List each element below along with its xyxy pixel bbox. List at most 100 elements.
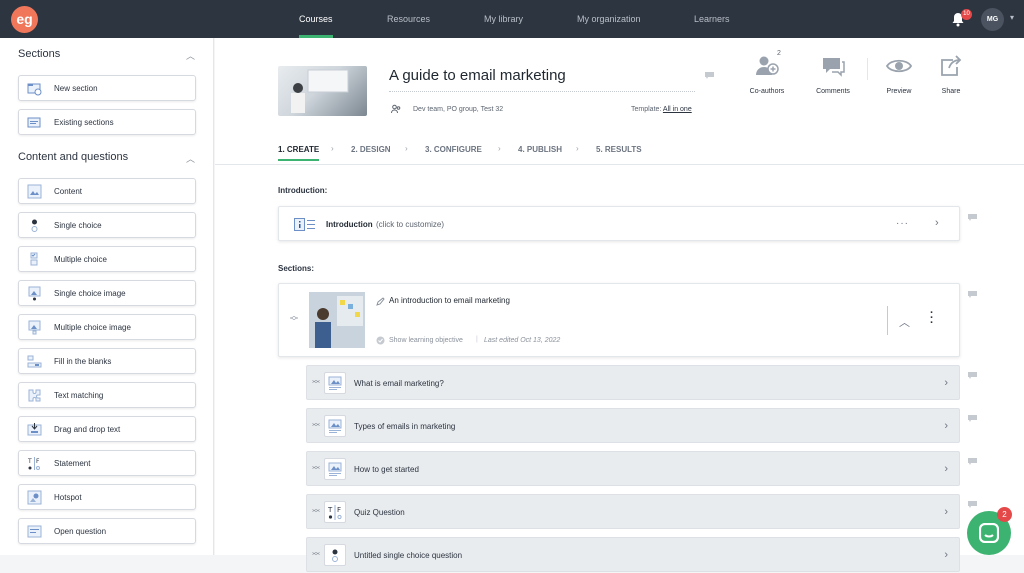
pencil-icon[interactable] xyxy=(376,297,385,306)
open-question-button[interactable]: Open question xyxy=(18,518,196,544)
svg-text:F: F xyxy=(36,458,40,465)
tab-results[interactable]: 5. RESULTS xyxy=(596,145,642,154)
share-label: Share xyxy=(941,88,961,95)
drag-handle-icon[interactable]: ︿ ﹀ xyxy=(312,462,320,475)
tab-create[interactable]: 1. CREATE xyxy=(278,145,320,161)
section-title[interactable]: An introduction to email marketing xyxy=(389,296,510,305)
coauthors-button[interactable]: Co-authors xyxy=(742,55,792,95)
fill-in-the-blanks-label: Fill in the blanks xyxy=(54,357,112,366)
hotspot-button[interactable]: Hotspot xyxy=(18,484,196,510)
multiple-choice-button[interactable]: Multiple choice xyxy=(18,246,196,272)
chat-icon xyxy=(979,523,999,543)
puzzle-icon xyxy=(28,389,41,402)
coauthors-label: Co-authors xyxy=(749,88,785,95)
show-learning-objective-link[interactable]: Show learning objective xyxy=(389,337,463,344)
multiple-choice-image-button[interactable]: Multiple choice image xyxy=(18,314,196,340)
list-item-label: Quiz Question xyxy=(354,508,405,517)
fill-blanks-icon xyxy=(27,355,42,368)
list-item[interactable]: ︿ ﹀ How to get started › xyxy=(306,451,960,486)
open-question-label: Open question xyxy=(54,527,107,536)
section-thumbnail xyxy=(309,292,365,348)
drag-handle-icon[interactable]: ︿ ﹀ xyxy=(290,312,298,326)
statement-icon: TF xyxy=(27,457,40,470)
new-section-label: New section xyxy=(54,84,98,93)
section-card[interactable]: ︿ ﹀ An introduction to email marketing Sh… xyxy=(278,283,960,357)
chevron-right-icon[interactable]: › xyxy=(935,207,939,240)
multiple-choice-image-icon xyxy=(28,320,41,335)
drag-handle-icon[interactable]: ︿ ﹀ xyxy=(312,505,320,518)
drag-and-drop-text-button[interactable]: Drag and drop text xyxy=(18,416,196,442)
introduction-card[interactable]: Introduction (click to customize) ··· › xyxy=(278,206,960,241)
nav-resources[interactable]: Resources xyxy=(387,0,430,38)
list-item[interactable]: ︿ ﹀ Types of emails in marketing › xyxy=(306,408,960,443)
course-thumbnail[interactable] xyxy=(278,66,367,116)
notification-badge: 10 xyxy=(961,9,972,20)
comment-icon[interactable] xyxy=(968,458,977,465)
more-options-icon[interactable]: ··· xyxy=(896,207,909,240)
eye-icon xyxy=(886,59,912,73)
user-avatar[interactable]: MG xyxy=(981,8,1004,31)
comment-icon[interactable] xyxy=(968,291,977,298)
nav-courses[interactable]: Courses xyxy=(299,0,333,38)
nav-learners[interactable]: Learners xyxy=(694,0,730,38)
chevron-right-icon[interactable]: › xyxy=(944,452,948,487)
single-choice-button[interactable]: Single choice xyxy=(18,212,196,238)
tab-publish[interactable]: 4. PUBLISH xyxy=(518,145,562,154)
comment-icon[interactable] xyxy=(968,501,977,508)
team-icon xyxy=(391,104,401,114)
single-choice-image-label: Single choice image xyxy=(54,289,126,298)
content-icon xyxy=(324,415,346,437)
multiple-choice-image-label: Multiple choice image xyxy=(54,323,131,332)
svg-text:T: T xyxy=(327,506,333,514)
course-title[interactable]: A guide to email marketing xyxy=(389,67,566,84)
chevron-down-icon[interactable]: ▾ xyxy=(1010,13,1014,22)
drag-handle-icon[interactable]: ︿ ﹀ xyxy=(312,419,320,432)
drag-handle-icon[interactable]: ︿ ﹀ xyxy=(312,376,320,389)
existing-sections-button[interactable]: Existing sections xyxy=(18,109,196,135)
list-item[interactable]: ︿ ﹀ TF Quiz Question › xyxy=(306,494,960,529)
chevron-up-icon[interactable]: ︿ xyxy=(186,152,195,165)
chevron-right-icon[interactable]: › xyxy=(944,495,948,530)
introduction-icon xyxy=(294,218,315,231)
comment-icon[interactable] xyxy=(968,415,977,422)
app-logo[interactable]: eg xyxy=(11,6,38,33)
new-section-icon xyxy=(27,83,42,96)
single-choice-icon xyxy=(31,219,38,232)
share-button[interactable]: Share xyxy=(926,55,976,95)
statement-button[interactable]: TF Statement xyxy=(18,450,196,476)
last-edited: Last edited Oct 13, 2022 xyxy=(484,337,561,344)
preview-button[interactable]: Preview xyxy=(874,55,924,95)
course-image xyxy=(291,69,349,113)
chevron-right-icon[interactable]: › xyxy=(944,366,948,401)
comment-icon[interactable] xyxy=(968,372,977,379)
comment-icon[interactable] xyxy=(968,214,977,221)
tab-configure[interactable]: 3. CONFIGURE xyxy=(425,145,482,154)
comment-icon[interactable] xyxy=(705,72,714,79)
list-item[interactable]: ︿ ﹀ What is email marketing? › xyxy=(306,365,960,400)
course-team[interactable]: Dev team, PO group, Test 32 xyxy=(413,106,503,113)
check-circle-icon xyxy=(376,336,385,345)
sections-heading: Sections: xyxy=(278,264,315,273)
drag-handle-icon[interactable]: ︿ ﹀ xyxy=(312,548,320,561)
text-matching-label: Text matching xyxy=(54,391,104,400)
content-button[interactable]: Content xyxy=(18,178,196,204)
template-link[interactable]: All in one xyxy=(663,106,692,113)
single-choice-image-button[interactable]: Single choice image xyxy=(18,280,196,306)
tab-design[interactable]: 2. DESIGN xyxy=(351,145,391,154)
more-vertical-icon[interactable]: · · · xyxy=(930,308,934,329)
nav-my-library[interactable]: My library xyxy=(484,0,523,38)
text-matching-button[interactable]: Text matching xyxy=(18,382,196,408)
comments-button[interactable]: Comments xyxy=(808,55,858,95)
chevron-right-icon: › xyxy=(576,144,579,153)
multiple-choice-icon xyxy=(30,252,38,266)
chevron-right-icon[interactable]: › xyxy=(944,409,948,444)
hotspot-label: Hotspot xyxy=(54,493,82,502)
nav-my-organization[interactable]: My organization xyxy=(577,0,641,38)
fill-in-the-blanks-button[interactable]: Fill in the blanks xyxy=(18,348,196,374)
drag-and-drop-text-label: Drag and drop text xyxy=(54,425,121,434)
chevron-up-icon[interactable]: ︿ xyxy=(899,314,910,330)
hotspot-icon xyxy=(27,490,42,505)
chevron-up-icon[interactable]: ︿ xyxy=(186,49,195,62)
chevron-right-icon[interactable]: › xyxy=(944,538,948,573)
new-section-button[interactable]: New section xyxy=(18,75,196,101)
